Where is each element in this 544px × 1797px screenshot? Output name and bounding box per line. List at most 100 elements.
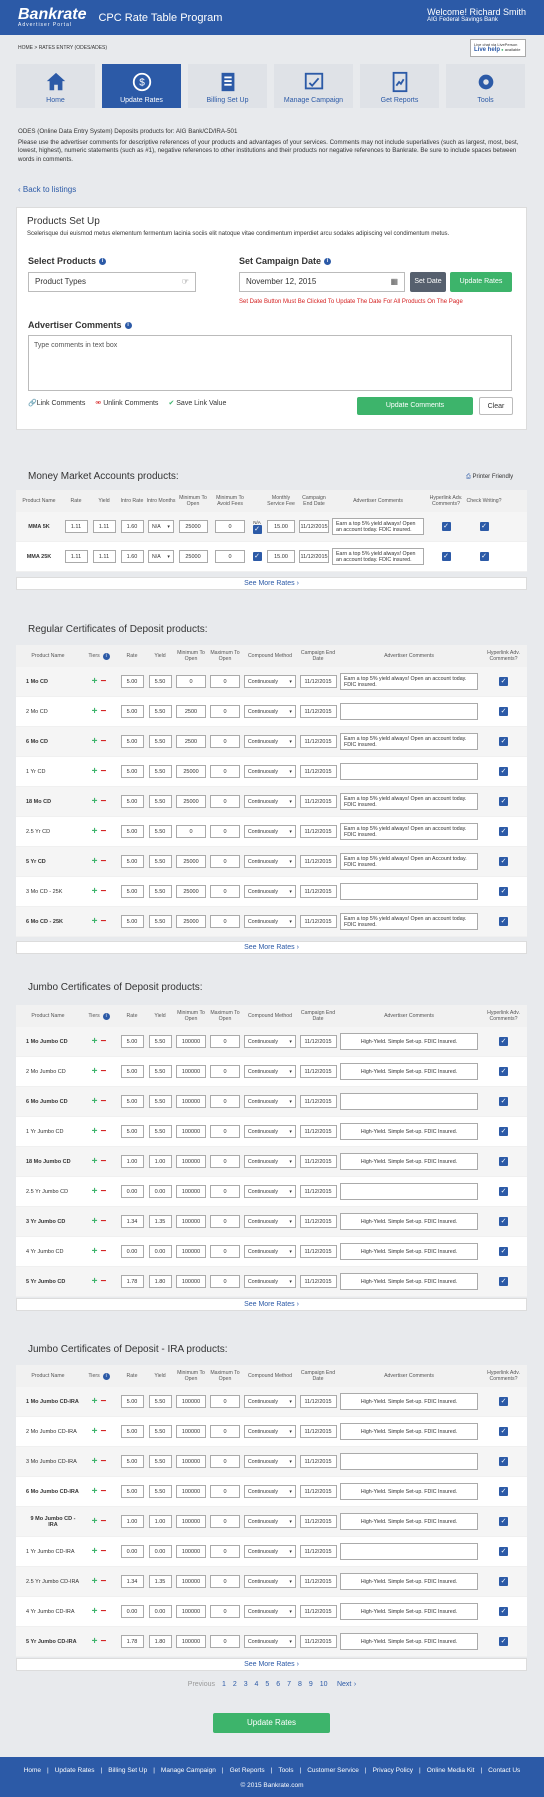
add-tier-icon[interactable]: + — [92, 706, 98, 717]
rate-input[interactable]: 0.00 — [120, 1185, 144, 1198]
hyperlink-checkbox[interactable]: ✓ — [499, 767, 508, 776]
compound-method-select[interactable]: Continuously ▾ — [244, 735, 296, 748]
update-comments-button[interactable]: Update Comments — [357, 397, 473, 415]
hyperlink-checkbox[interactable]: ✓ — [499, 857, 508, 866]
min-open-input[interactable]: 25000 — [176, 855, 206, 868]
comment-input[interactable] — [340, 883, 478, 900]
max-open-input[interactable]: 0 — [210, 1065, 240, 1078]
nav-update-rates[interactable]: $ Update Rates — [102, 64, 181, 108]
nav-get-reports[interactable]: Get Reports — [360, 64, 439, 108]
hyperlink-checkbox[interactable]: ✓ — [499, 1037, 508, 1046]
monthly-fee-input[interactable]: 15.00 — [267, 520, 295, 533]
yield-input[interactable]: 1.11 — [92, 550, 116, 563]
end-date-input[interactable]: 11/12/2015 — [299, 885, 337, 898]
compound-method-select[interactable]: Continuously ▾ — [244, 1455, 296, 1468]
rate-input[interactable]: 5.00 — [120, 1485, 144, 1498]
end-date-input[interactable]: 11/12/2015 — [299, 1035, 337, 1048]
pager-page[interactable]: 5 — [265, 1681, 269, 1688]
max-open-input[interactable]: 0 — [210, 1515, 240, 1528]
max-open-input[interactable]: 0 — [210, 1545, 240, 1558]
add-tier-icon[interactable]: + — [92, 736, 98, 747]
yield-input[interactable]: 1.11 — [92, 520, 116, 533]
compound-method-select[interactable]: Continuously ▾ — [244, 1605, 296, 1618]
min-avoid-fees-input[interactable]: 0 — [215, 520, 245, 533]
check-writing-checkbox[interactable]: ✓ — [479, 552, 489, 561]
min-open-input[interactable]: 25000 — [178, 550, 208, 563]
remove-tier-icon[interactable]: − — [101, 1396, 107, 1407]
compound-method-select[interactable]: Continuously ▾ — [244, 1125, 296, 1138]
calendar-icon[interactable]: ▦ — [390, 277, 398, 286]
hyperlink-checkbox[interactable]: ✓ — [499, 1187, 508, 1196]
hyperlink-checkbox[interactable]: ✓ — [499, 887, 508, 896]
max-open-input[interactable]: 0 — [210, 885, 240, 898]
yield-input[interactable]: 5.50 — [148, 1125, 172, 1138]
comment-input[interactable]: Earn a top 5% yield always! Open an acco… — [340, 733, 478, 750]
info-icon[interactable]: i — [99, 258, 107, 266]
hyperlink-checkbox[interactable]: ✓ — [499, 1097, 508, 1106]
comment-input[interactable]: Earn a top 5% yield always! Open an acco… — [340, 673, 478, 690]
campaign-date-input[interactable]: November 12, 2015 ▦ — [239, 272, 405, 292]
info-icon[interactable]: i — [102, 652, 110, 660]
hyperlink-checkbox[interactable]: ✓ — [499, 1517, 508, 1526]
comment-input[interactable] — [340, 703, 478, 720]
yield-input[interactable]: 0.00 — [148, 1605, 172, 1618]
rate-input[interactable]: 5.00 — [120, 855, 144, 868]
compound-method-select[interactable]: Continuously ▾ — [244, 855, 296, 868]
footer-link[interactable]: Tools — [278, 1767, 293, 1774]
max-open-input[interactable]: 0 — [210, 1155, 240, 1168]
hyperlink-checkbox[interactable]: ✓ — [499, 677, 508, 686]
comment-input[interactable]: High-Yield. Simple Set-up. FDIC Insured. — [340, 1243, 478, 1260]
comment-input[interactable]: High-Yield. Simple Set-up. FDIC Insured. — [340, 1633, 478, 1650]
bottom-update-rates-button[interactable]: Update Rates — [213, 1713, 330, 1733]
comment-input[interactable]: High-Yield. Simple Set-up. FDIC Insured. — [340, 1573, 478, 1590]
max-open-input[interactable]: 0 — [210, 735, 240, 748]
comment-input[interactable]: Earn a top 5% yield always! Open an acco… — [340, 793, 478, 810]
min-open-input[interactable]: 100000 — [176, 1485, 206, 1498]
back-to-listings-link[interactable]: ‹ Back to listings — [18, 185, 76, 194]
hyperlink-checkbox[interactable]: ✓ — [441, 552, 451, 561]
footer-link[interactable]: Online Media Kit — [427, 1767, 475, 1774]
max-open-input[interactable]: 0 — [210, 705, 240, 718]
rate-input[interactable]: 1.34 — [120, 1215, 144, 1228]
add-tier-icon[interactable]: + — [92, 766, 98, 777]
end-date-input[interactable]: 11/12/2015 — [299, 1635, 337, 1648]
rate-input[interactable]: 1.11 — [64, 550, 88, 563]
end-date-input[interactable]: 11/12/2015 — [299, 915, 337, 928]
add-tier-icon[interactable]: + — [92, 886, 98, 897]
end-date-input[interactable]: 11/12/2015 — [299, 735, 337, 748]
min-open-input[interactable]: 0 — [176, 825, 206, 838]
add-tier-icon[interactable]: + — [92, 1216, 98, 1227]
yield-input[interactable]: 5.50 — [148, 705, 172, 718]
yield-input[interactable]: 1.00 — [148, 1155, 172, 1168]
pager-page[interactable]: 10 — [320, 1681, 328, 1688]
remove-tier-icon[interactable]: − — [101, 1186, 107, 1197]
max-open-input[interactable]: 0 — [210, 1095, 240, 1108]
end-date-input[interactable]: 11/12/2015 — [299, 1155, 337, 1168]
end-date-input[interactable]: 11/12/2015 — [299, 1425, 337, 1438]
min-open-input[interactable]: 100000 — [176, 1575, 206, 1588]
product-types-select[interactable]: Product Types ☞ — [28, 272, 196, 292]
rate-input[interactable]: 5.00 — [120, 1035, 144, 1048]
end-date-input[interactable]: 11/12/2015 — [299, 1275, 337, 1288]
unlink-comments-button[interactable]: ⚮ Unlink Comments — [95, 399, 158, 407]
hyperlink-checkbox[interactable]: ✓ — [499, 1457, 508, 1466]
hyperlink-checkbox[interactable]: ✓ — [499, 1277, 508, 1286]
end-date-input[interactable]: 11/12/2015 — [299, 1605, 337, 1618]
hyperlink-checkbox[interactable]: ✓ — [499, 1127, 508, 1136]
min-open-input[interactable]: 100000 — [176, 1545, 206, 1558]
footer-link[interactable]: Privacy Policy — [373, 1767, 413, 1774]
remove-tier-icon[interactable]: − — [101, 1036, 107, 1047]
add-tier-icon[interactable]: + — [92, 676, 98, 687]
min-open-input[interactable]: 100000 — [176, 1275, 206, 1288]
rate-input[interactable]: 5.00 — [120, 765, 144, 778]
yield-input[interactable]: 5.50 — [148, 1035, 172, 1048]
hyperlink-checkbox[interactable]: ✓ — [441, 522, 451, 531]
min-open-input[interactable]: 100000 — [176, 1455, 206, 1468]
yield-input[interactable]: 5.50 — [148, 915, 172, 928]
compound-method-select[interactable]: Continuously ▾ — [244, 1545, 296, 1558]
comment-input[interactable]: High-Yield. Simple Set-up. FDIC Insured. — [340, 1603, 478, 1620]
rate-input[interactable]: 1.78 — [120, 1635, 144, 1648]
footer-link[interactable]: Get Reports — [230, 1767, 265, 1774]
hyperlink-checkbox[interactable]: ✓ — [499, 797, 508, 806]
min-open-input[interactable]: 25000 — [176, 885, 206, 898]
